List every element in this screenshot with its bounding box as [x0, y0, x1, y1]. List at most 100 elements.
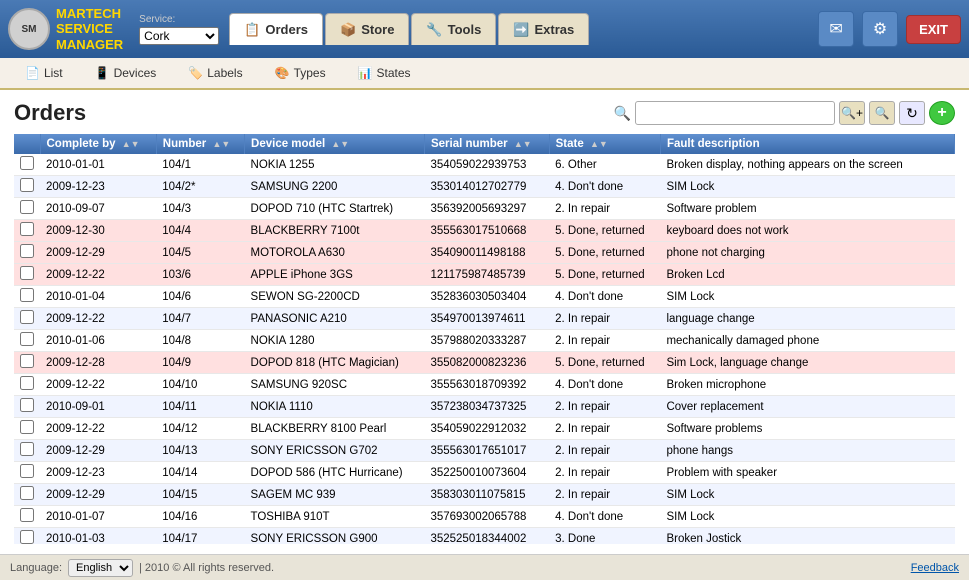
refresh-button[interactable]: ↻ [899, 101, 925, 125]
cell-device-model: SONY ERICSSON G900 [245, 528, 425, 545]
tools-tab-icon: 🔧 [426, 22, 442, 38]
col-device-model[interactable]: Device model ▲▼ [245, 134, 425, 154]
sub-tab-list[interactable]: 📄 List [10, 60, 78, 86]
col-complete-by[interactable]: Complete by ▲▼ [40, 134, 156, 154]
cell-state: 5. Done, returned [549, 220, 660, 242]
cell-device-model: NOKIA 1280 [245, 330, 425, 352]
settings-button[interactable]: ⚙ [862, 11, 898, 47]
sub-tab-states[interactable]: 📊 States [343, 60, 426, 86]
search-clear-button[interactable]: 🔍 [869, 101, 895, 125]
cell-serial-number: 355563018709392 [424, 374, 549, 396]
row-checkbox[interactable] [20, 398, 34, 412]
row-checkbox[interactable] [20, 376, 34, 390]
row-checkbox[interactable] [20, 222, 34, 236]
nav-tab-store[interactable]: 📦 Store [325, 13, 409, 45]
table-row: 2009-12-30104/4BLACKBERRY 7100t355563017… [14, 220, 955, 242]
cell-complete-by: 2010-01-01 [40, 154, 156, 176]
mail-button[interactable]: ✉ [818, 11, 854, 47]
cell-device-model: MOTOROLA A630 [245, 242, 425, 264]
app-title: MARTECH SERVICE MANAGER [56, 6, 123, 53]
exit-button[interactable]: EXIT [906, 15, 961, 44]
cell-number: 104/16 [156, 506, 244, 528]
search-area: 🔍 🔍+ 🔍 ↻ + [614, 101, 955, 125]
cell-state: 2. In repair [549, 330, 660, 352]
row-checkbox[interactable] [20, 200, 34, 214]
cell-fault-description: Broken microphone [660, 374, 954, 396]
service-area: Service: Cork [139, 14, 219, 45]
table-row: 2010-01-01104/1NOKIA 1255354059022939753… [14, 154, 955, 176]
row-checkbox[interactable] [20, 244, 34, 258]
cell-serial-number: 354090011498188 [424, 242, 549, 264]
cell-serial-number: 121175987485739 [424, 264, 549, 286]
row-checkbox[interactable] [20, 486, 34, 500]
cell-number: 104/17 [156, 528, 244, 545]
row-checkbox[interactable] [20, 178, 34, 192]
orders-tab-label: Orders [265, 22, 308, 37]
cell-serial-number: 353014012702779 [424, 176, 549, 198]
row-checkbox[interactable] [20, 310, 34, 324]
row-checkbox[interactable] [20, 508, 34, 522]
row-checkbox[interactable] [20, 266, 34, 280]
search-plus-button[interactable]: 🔍+ [839, 101, 865, 125]
nav-tab-extras[interactable]: ➡️ Extras [498, 13, 589, 45]
store-tab-icon: 📦 [340, 22, 356, 38]
row-checkbox[interactable] [20, 156, 34, 170]
cell-number: 104/14 [156, 462, 244, 484]
row-checkbox[interactable] [20, 354, 34, 368]
nav-tab-tools[interactable]: 🔧 Tools [411, 13, 496, 45]
sub-tab-devices[interactable]: 📱 Devices [80, 60, 172, 86]
cell-fault-description: Cover replacement [660, 396, 954, 418]
language-select[interactable]: English [68, 559, 133, 577]
table-row: 2009-12-29104/13SONY ERICSSON G702355563… [14, 440, 955, 462]
devices-tab-label: Devices [114, 66, 157, 80]
cell-fault-description: mechanically damaged phone [660, 330, 954, 352]
cell-state: 4. Don't done [549, 176, 660, 198]
cell-device-model: SEWON SG-2200CD [245, 286, 425, 308]
table-row: 2009-12-23104/14DOPOD 586 (HTC Hurricane… [14, 462, 955, 484]
cell-state: 5. Done, returned [549, 242, 660, 264]
cell-complete-by: 2010-09-01 [40, 396, 156, 418]
cell-number: 104/2* [156, 176, 244, 198]
cell-complete-by: 2010-01-04 [40, 286, 156, 308]
row-checkbox[interactable] [20, 332, 34, 346]
feedback-link[interactable]: Feedback [911, 562, 959, 574]
labels-tab-icon: 🏷️ [188, 66, 203, 80]
list-tab-label: List [44, 66, 63, 80]
table-row: 2010-01-03104/17SONY ERICSSON G900352525… [14, 528, 955, 545]
cell-serial-number: 354059022912032 [424, 418, 549, 440]
row-checkbox[interactable] [20, 464, 34, 478]
sub-tab-types[interactable]: 🎨 Types [260, 60, 341, 86]
cell-fault-description: Broken Lcd [660, 264, 954, 286]
cell-fault-description: SIM Lock [660, 484, 954, 506]
row-checkbox[interactable] [20, 420, 34, 434]
table-row: 2010-09-07104/3DOPOD 710 (HTC Startrek)3… [14, 198, 955, 220]
cell-number: 104/4 [156, 220, 244, 242]
row-checkbox[interactable] [20, 442, 34, 456]
col-serial-number[interactable]: Serial number ▲▼ [424, 134, 549, 154]
cell-number: 104/6 [156, 286, 244, 308]
col-number[interactable]: Number ▲▼ [156, 134, 244, 154]
cell-complete-by: 2009-12-23 [40, 176, 156, 198]
add-order-button[interactable]: + [929, 101, 955, 125]
cell-complete-by: 2009-12-22 [40, 418, 156, 440]
cell-device-model: DOPOD 710 (HTC Startrek) [245, 198, 425, 220]
cell-state: 5. Done, returned [549, 264, 660, 286]
col-state[interactable]: State ▲▼ [549, 134, 660, 154]
cell-device-model: TOSHIBA 910T [245, 506, 425, 528]
row-checkbox[interactable] [20, 288, 34, 302]
cell-fault-description: Broken Jostick [660, 528, 954, 545]
nav-tabs-top: 📋 Orders 📦 Store 🔧 Tools ➡️ Extras [229, 13, 808, 45]
cell-device-model: APPLE iPhone 3GS [245, 264, 425, 286]
cell-state: 6. Other [549, 154, 660, 176]
row-checkbox[interactable] [20, 530, 34, 544]
sub-tab-labels[interactable]: 🏷️ Labels [173, 60, 257, 86]
cell-number: 104/11 [156, 396, 244, 418]
cell-serial-number: 357238034737325 [424, 396, 549, 418]
table-row: 2009-12-22104/10SAMSUNG 920SC35556301870… [14, 374, 955, 396]
search-input[interactable] [635, 101, 835, 125]
cell-state: 2. In repair [549, 396, 660, 418]
nav-tab-orders[interactable]: 📋 Orders [229, 13, 323, 45]
cell-fault-description: SIM Lock [660, 176, 954, 198]
cell-device-model: SAMSUNG 920SC [245, 374, 425, 396]
service-select[interactable]: Cork [139, 27, 219, 45]
